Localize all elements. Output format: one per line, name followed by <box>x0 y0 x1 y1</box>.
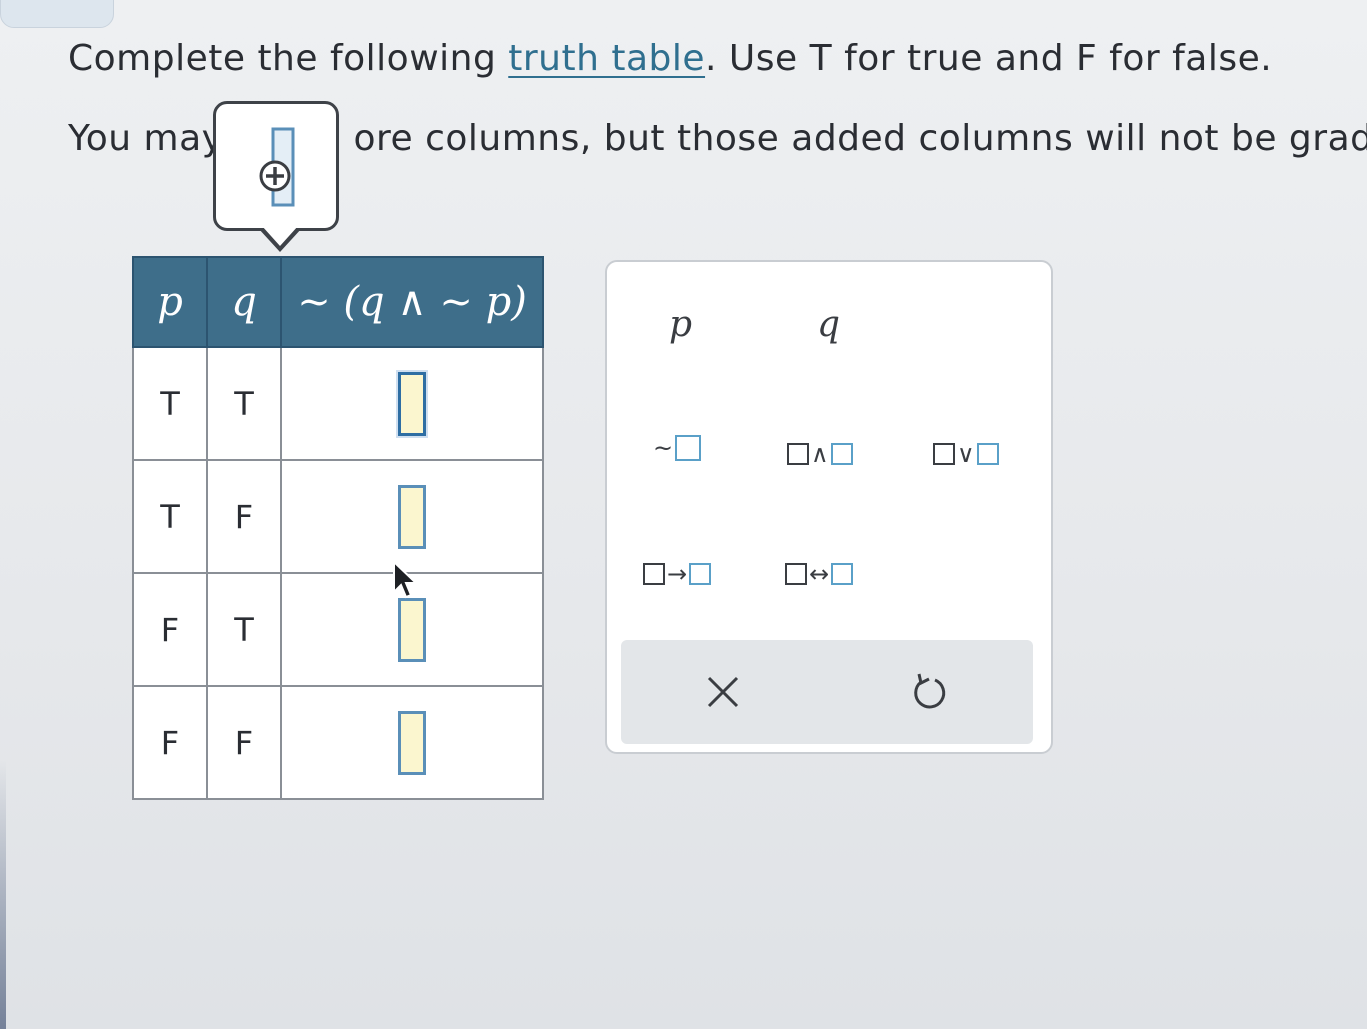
cell-p: F <box>132 572 208 687</box>
placeholder-square <box>785 563 807 585</box>
palette-footer <box>621 640 1033 744</box>
truth-table-link[interactable]: truth table <box>508 38 705 79</box>
insert-q-button[interactable]: q <box>817 304 840 345</box>
implies-symbol: → <box>667 560 688 588</box>
placeholder-square <box>643 563 665 585</box>
cell-p: F <box>132 685 208 800</box>
clear-button[interactable] <box>693 662 753 722</box>
instruction-text-4: ore columns, but those added columns wil… <box>353 118 1367 159</box>
undo-icon <box>914 673 946 709</box>
header-expression: ~ (q ∧ ~ p) <box>280 256 544 348</box>
cell-answer <box>280 459 544 574</box>
placeholder-square <box>787 443 809 465</box>
screen-edge <box>0 760 6 1029</box>
truth-table-header-row: p q ~ (q ∧ ~ p) <box>132 256 544 348</box>
placeholder-square <box>933 443 955 465</box>
table-row: T F <box>132 459 544 574</box>
truth-table: p q ~ (q ∧ ~ p) T T T F F T F F <box>132 256 544 800</box>
tooltip-tail-inner <box>262 226 298 246</box>
insert-and-button[interactable]: ∧ <box>787 440 853 468</box>
instruction-text-3: You may <box>68 118 224 159</box>
cell-answer <box>280 685 544 800</box>
answer-input[interactable] <box>398 597 426 662</box>
instruction-text-2: . Use T for true and F for false. <box>705 38 1273 79</box>
insert-biconditional-button[interactable]: ↔ <box>785 560 854 588</box>
not-symbol: ~ <box>653 434 674 462</box>
add-column-icon[interactable] <box>258 126 298 210</box>
cell-p: T <box>132 346 208 461</box>
placeholder-square <box>976 443 999 465</box>
cell-q: T <box>206 572 282 687</box>
insert-not-button[interactable]: ~ <box>651 434 702 462</box>
placeholder-square <box>689 563 712 585</box>
add-column-tooltip <box>213 101 339 231</box>
and-symbol: ∧ <box>811 440 829 468</box>
placeholder-square <box>831 563 854 585</box>
answer-input[interactable] <box>398 484 426 549</box>
instruction-line-1: Complete the following truth table. Use … <box>68 38 1272 79</box>
biconditional-symbol: ↔ <box>809 560 830 588</box>
insert-or-button[interactable]: ∨ <box>933 440 999 468</box>
undo-button[interactable] <box>899 662 959 722</box>
table-row: T T <box>132 346 544 461</box>
instruction-text-1: Complete the following <box>68 38 509 79</box>
table-row: F F <box>132 685 544 800</box>
answer-input[interactable] <box>398 710 426 775</box>
or-symbol: ∨ <box>957 440 975 468</box>
answer-input[interactable] <box>398 371 426 436</box>
cell-p: T <box>132 459 208 574</box>
table-row: F T <box>132 572 544 687</box>
insert-p-button[interactable]: p <box>669 304 692 345</box>
close-icon <box>707 676 739 708</box>
header-p: p <box>132 256 208 348</box>
cell-answer <box>280 346 544 461</box>
cell-q: T <box>206 346 282 461</box>
cell-q: F <box>206 459 282 574</box>
header-q: q <box>206 256 282 348</box>
insert-implies-button[interactable]: → <box>643 560 712 588</box>
top-tab[interactable] <box>0 0 114 28</box>
placeholder-square <box>830 443 853 465</box>
cell-q: F <box>206 685 282 800</box>
symbol-palette: p q ~ ∧ ∨ → ↔ <box>605 260 1053 754</box>
mouse-cursor-icon <box>393 560 418 599</box>
add-column-svg <box>259 127 295 207</box>
placeholder-square <box>675 435 702 461</box>
